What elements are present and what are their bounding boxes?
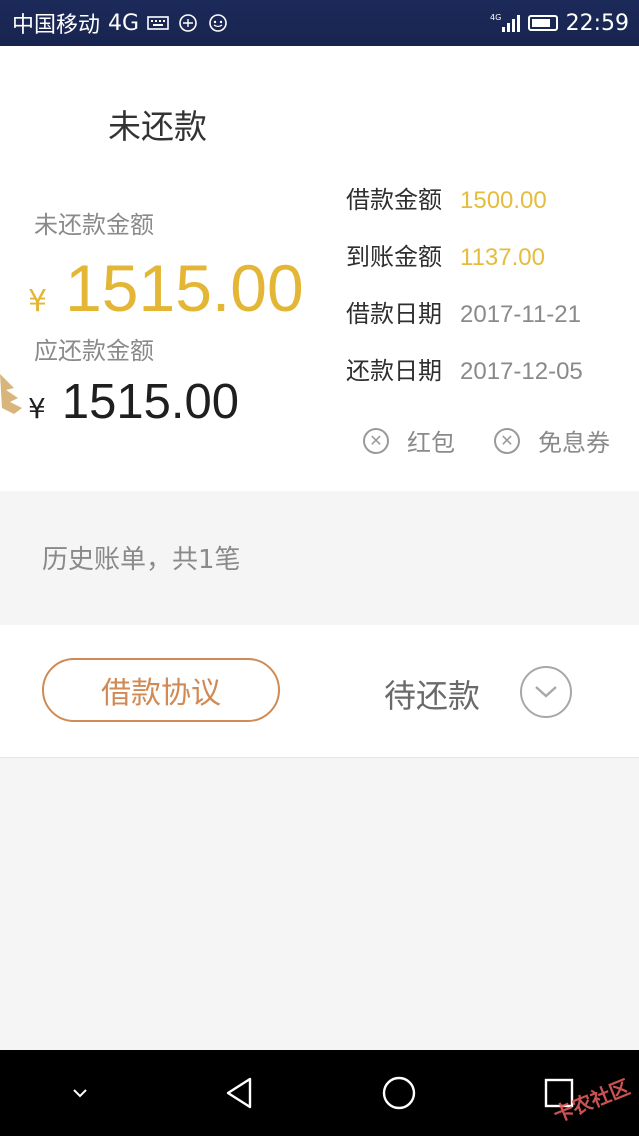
bill-item: 借款协议 待还款 <box>0 625 639 758</box>
detail-key: 到账金额 <box>346 243 442 271</box>
expand-button[interactable] <box>520 666 572 718</box>
clock: 22:59 <box>565 10 629 36</box>
due-amount-label: 应还款金额 <box>34 337 154 365</box>
empty-area <box>0 758 639 1050</box>
detail-loan-date: 借款日期 2017-11-21 <box>346 294 581 329</box>
detail-value: 1500.00 <box>460 187 547 214</box>
carrier-name: 中国移动 <box>12 13 101 38</box>
interest-free-label: 免息券 <box>538 429 610 457</box>
battery-icon <box>527 15 558 31</box>
detail-received-amount: 到账金额 1137.00 <box>346 237 545 272</box>
app-notification-icon <box>179 14 197 32</box>
home-circle-icon <box>383 1076 416 1110</box>
detail-value: 2017-12-05 <box>460 358 583 385</box>
network-type: 4G <box>108 10 140 36</box>
chevron-down-icon <box>73 1089 87 1098</box>
loan-agreement-button[interactable]: 借款协议 <box>42 658 280 722</box>
unpaid-amount-value: 1515.00 <box>65 251 304 325</box>
close-circle-icon: ✕ <box>494 427 520 454</box>
home-button[interactable] <box>369 1063 429 1123</box>
red-packet-label: 红包 <box>407 429 455 457</box>
close-circle-icon: ✕ <box>363 427 389 454</box>
detail-repay-date: 还款日期 2017-12-05 <box>346 351 583 386</box>
currency-symbol: ¥ <box>28 284 48 319</box>
history-bills-text: 历史账单，共1笔 <box>42 545 241 575</box>
currency-symbol-due: ¥ <box>28 392 46 425</box>
detail-value: 2017-11-21 <box>460 301 581 328</box>
detail-key: 还款日期 <box>346 357 442 385</box>
hide-nav-button[interactable] <box>50 1063 110 1123</box>
due-amount: ¥ 1515.00 <box>28 374 239 430</box>
detail-key: 借款金额 <box>346 186 442 214</box>
status-bar: 中国移动 4G 4G 22:59 <box>0 0 639 46</box>
history-section[interactable]: 历史账单，共1笔 <box>0 491 639 625</box>
page-title: 未还款 <box>108 107 207 146</box>
detail-value: 1137.00 <box>460 244 545 271</box>
signal-icon: 4G <box>490 13 520 32</box>
bill-status: 待还款 <box>384 677 481 715</box>
unpaid-amount-label: 未还款金额 <box>34 211 154 239</box>
unpaid-amount: ¥ 1515.00 <box>28 250 304 326</box>
interest-free-tag: ✕ 免息券 <box>494 423 610 458</box>
detail-loan-amount: 借款金额 1500.00 <box>346 180 547 215</box>
red-packet-tag: ✕ 红包 <box>363 423 455 458</box>
due-amount-value: 1515.00 <box>61 375 239 429</box>
keyboard-icon <box>147 16 169 30</box>
navigation-bar <box>0 1050 639 1136</box>
detail-key: 借款日期 <box>346 300 442 328</box>
back-button[interactable] <box>210 1063 270 1123</box>
back-triangle-icon <box>226 1077 251 1109</box>
chevron-down-icon <box>535 686 557 698</box>
face-icon <box>209 14 227 32</box>
signal-label: 4G <box>490 13 501 22</box>
